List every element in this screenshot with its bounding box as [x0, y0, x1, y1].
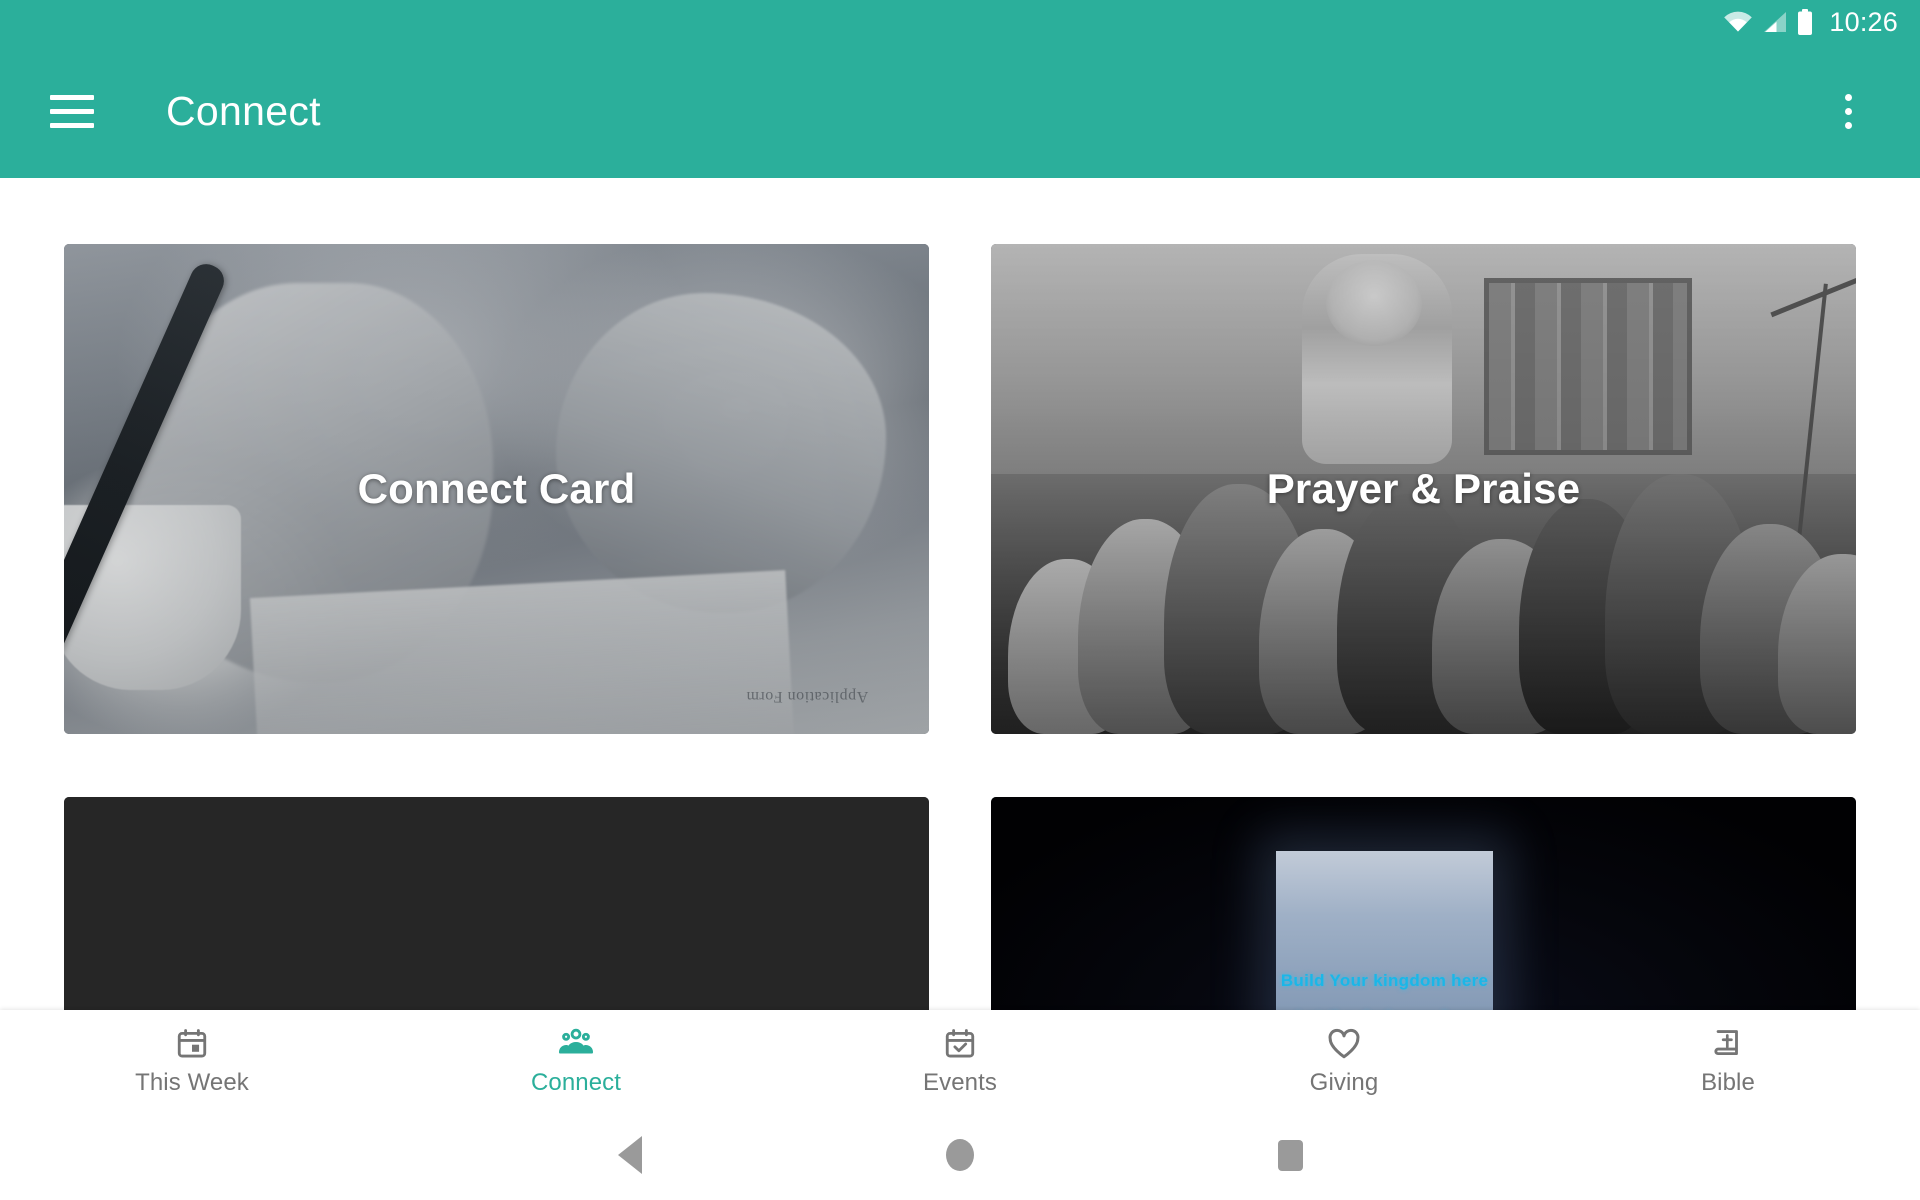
cellular-signal-icon	[1764, 12, 1787, 32]
card-three-background	[64, 797, 929, 1010]
android-system-navigation	[0, 1110, 1920, 1200]
nav-item-this-week[interactable]: This Week	[0, 1010, 384, 1110]
heart-icon	[1325, 1025, 1363, 1063]
card-title-prayer-praise: Prayer & Praise	[1266, 465, 1581, 512]
system-back-button[interactable]	[465, 1110, 795, 1200]
system-recents-button[interactable]	[1125, 1110, 1455, 1200]
projection-lyric-line-1: Build Your kingdom here	[1280, 971, 1489, 991]
people-group-icon	[557, 1025, 595, 1063]
app-bar: Connect	[0, 44, 1920, 178]
overflow-menu-icon[interactable]	[1818, 76, 1878, 146]
nav-label-connect: Connect	[530, 1069, 622, 1096]
nav-item-connect[interactable]: Connect	[384, 1010, 768, 1110]
calendar-today-icon	[173, 1025, 211, 1063]
card-connect-card[interactable]: Application Form Connect Card	[64, 244, 929, 734]
nav-item-bible[interactable]: Bible	[1536, 1010, 1920, 1110]
bottom-navigation-bar: This Week Connect Events Giving Bible	[0, 1010, 1920, 1110]
content-area: Application Form Connect Card	[0, 178, 1920, 1010]
card-four-photo: Build Your kingdom here Let the darkness…	[991, 797, 1856, 1010]
status-bar-icons: 10:26	[1723, 6, 1898, 37]
status-bar: 10:26	[0, 0, 1920, 44]
calendar-check-icon	[941, 1025, 979, 1063]
card-title-connect-card: Connect Card	[357, 465, 636, 512]
status-bar-clock: 10:26	[1829, 6, 1898, 37]
battery-icon	[1798, 9, 1813, 35]
card-four[interactable]: Build Your kingdom here Let the darkness…	[991, 797, 1856, 1010]
nav-label-events: Events	[923, 1069, 997, 1096]
projection-screen: Build Your kingdom here Let the darkness…	[1276, 850, 1493, 1010]
nav-label-bible: Bible	[1701, 1069, 1755, 1096]
app-root: 10:26 Connect Application Form	[0, 0, 1920, 1200]
nav-label-giving: Giving	[1309, 1069, 1379, 1096]
book-cross-icon	[1709, 1025, 1747, 1063]
system-home-button[interactable]	[795, 1110, 1125, 1200]
recents-square-icon	[1277, 1139, 1303, 1171]
home-circle-icon	[946, 1139, 974, 1171]
nav-item-events[interactable]: Events	[768, 1010, 1152, 1110]
card-three[interactable]	[64, 797, 929, 1010]
card-prayer-praise[interactable]: Prayer & Praise	[991, 244, 1856, 734]
hamburger-menu-icon[interactable]	[42, 81, 102, 141]
card-grid: Application Form Connect Card	[0, 178, 1920, 1010]
back-triangle-icon	[618, 1136, 642, 1174]
nav-item-giving[interactable]: Giving	[1152, 1010, 1536, 1110]
nav-label-this-week: This Week	[135, 1069, 249, 1096]
page-title: Connect	[166, 87, 321, 134]
wifi-icon	[1724, 11, 1753, 32]
